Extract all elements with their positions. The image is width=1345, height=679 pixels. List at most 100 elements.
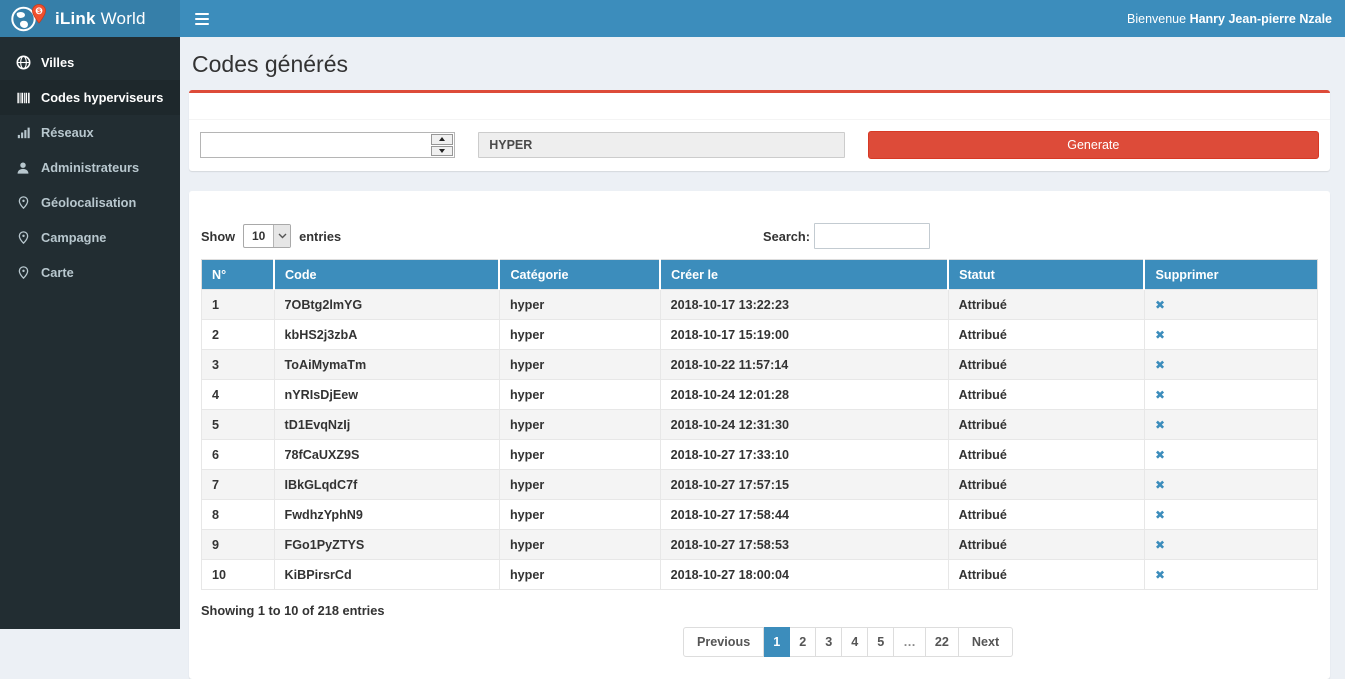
column-header-5[interactable]: Supprimer: [1144, 260, 1317, 290]
status-cell: Attribué: [948, 380, 1144, 410]
table-info: Showing 1 to 10 of 218 entries: [201, 603, 1318, 618]
sidebar-item-label: Campagne: [41, 230, 106, 245]
sidebar-item-campagne[interactable]: Campagne: [0, 220, 180, 255]
column-header-2[interactable]: Catégorie: [499, 260, 660, 290]
table-row: 9FGo1PyZTYShyper2018-10-27 17:58:53Attri…: [202, 530, 1318, 560]
barcode-icon: [15, 91, 31, 105]
quantity-input[interactable]: [201, 133, 430, 157]
status-cell: Attribué: [948, 350, 1144, 380]
column-header-3[interactable]: Créer le: [660, 260, 948, 290]
table-row: 678fCaUXZ9Shyper2018-10-27 17:33:10Attri…: [202, 440, 1318, 470]
category-cell: hyper: [499, 500, 660, 530]
user-icon: [15, 161, 31, 175]
sidebar-item-label: Carte: [41, 265, 74, 280]
pagination-page-4[interactable]: 4: [842, 627, 868, 657]
created-cell: 2018-10-27 18:00:04: [660, 560, 948, 590]
welcome-text: Bienvenue Hanry Jean-pierre Nzale: [1127, 12, 1345, 26]
code-cell: ToAiMymaTm: [274, 350, 499, 380]
pagination-previous[interactable]: Previous: [683, 627, 764, 657]
quantity-stepper[interactable]: [200, 132, 455, 158]
search-input[interactable]: [814, 223, 930, 249]
map-marker-icon: [15, 230, 31, 245]
table-row: 17OBtg2lmYGhyper2018-10-17 13:22:23Attri…: [202, 290, 1318, 320]
delete-cell: ✖: [1144, 500, 1317, 530]
delete-icon[interactable]: ✖: [1155, 328, 1165, 342]
category-cell: hyper: [499, 290, 660, 320]
delete-cell: ✖: [1144, 290, 1317, 320]
show-label: Show: [201, 229, 235, 244]
sidebar-item-administrateurs[interactable]: Administrateurs: [0, 150, 180, 185]
column-header-0[interactable]: N°: [202, 260, 275, 290]
pagination-page-22[interactable]: 22: [926, 627, 959, 657]
delete-icon[interactable]: ✖: [1155, 358, 1165, 372]
delete-icon[interactable]: ✖: [1155, 298, 1165, 312]
table-header-row: N°CodeCatégorieCréer leStatutSupprimer: [202, 260, 1318, 290]
created-cell: 2018-10-22 11:57:14: [660, 350, 948, 380]
delete-cell: ✖: [1144, 470, 1317, 500]
row-number: 5: [202, 410, 275, 440]
status-cell: Attribué: [948, 290, 1144, 320]
page-length-control: Show 10 entries: [201, 224, 341, 248]
table-row: 4nYRIsDjEewhyper2018-10-24 12:01:28Attri…: [202, 380, 1318, 410]
sidebar-item-r-seaux[interactable]: Réseaux: [0, 115, 180, 150]
delete-icon[interactable]: ✖: [1155, 478, 1165, 492]
status-cell: Attribué: [948, 470, 1144, 500]
delete-icon[interactable]: ✖: [1155, 448, 1165, 462]
row-number: 7: [202, 470, 275, 500]
spin-up-button[interactable]: [431, 134, 453, 145]
pagination-page-5[interactable]: 5: [868, 627, 894, 657]
delete-cell: ✖: [1144, 530, 1317, 560]
logo-icon: $: [10, 3, 48, 34]
delete-icon[interactable]: ✖: [1155, 568, 1165, 582]
sidebar: Villes Codes hyperviseurs Réseaux Administr…: [0, 37, 180, 629]
pagination-page-1[interactable]: 1: [764, 627, 790, 657]
delete-icon[interactable]: ✖: [1155, 508, 1165, 522]
brand[interactable]: $ iLink World: [0, 0, 180, 37]
sidebar-item-label: Géolocalisation: [41, 195, 136, 210]
spin-down-button[interactable]: [431, 146, 453, 157]
entries-label: entries: [299, 229, 341, 244]
sidebar-item-villes[interactable]: Villes: [0, 45, 180, 80]
column-header-1[interactable]: Code: [274, 260, 499, 290]
generator-panel-header: [189, 93, 1330, 120]
sidebar-item-label: Villes: [41, 55, 74, 70]
table-row: 10KiBPirsrCdhyper2018-10-27 18:00:04Attr…: [202, 560, 1318, 590]
category-field: [478, 132, 844, 158]
sidebar-item-codes-hyperviseurs[interactable]: Codes hyperviseurs: [0, 80, 180, 115]
sidebar-item-carte[interactable]: Carte: [0, 255, 180, 290]
delete-icon[interactable]: ✖: [1155, 418, 1165, 432]
page-title: Codes générés: [192, 50, 1327, 78]
delete-cell: ✖: [1144, 380, 1317, 410]
main-content: Codes générés Generate Show 10: [180, 0, 1345, 679]
created-cell: 2018-10-17 13:22:23: [660, 290, 948, 320]
sidebar-toggle-button[interactable]: [180, 0, 224, 37]
sidebar-item-label: Réseaux: [41, 125, 94, 140]
category-cell: hyper: [499, 560, 660, 590]
pagination-next[interactable]: Next: [959, 627, 1013, 657]
row-number: 1: [202, 290, 275, 320]
created-cell: 2018-10-27 17:58:53: [660, 530, 948, 560]
sidebar-item-g-olocalisation[interactable]: Géolocalisation: [0, 185, 180, 220]
code-cell: FwdhzYphN9: [274, 500, 499, 530]
pagination-page-2[interactable]: 2: [790, 627, 816, 657]
table-row: 2kbHS2j3zbAhyper2018-10-17 15:19:00Attri…: [202, 320, 1318, 350]
row-number: 4: [202, 380, 275, 410]
page-length-select[interactable]: 10: [243, 224, 291, 248]
status-cell: Attribué: [948, 530, 1144, 560]
table-row: 7IBkGLqdC7fhyper2018-10-27 17:57:15Attri…: [202, 470, 1318, 500]
created-cell: 2018-10-27 17:33:10: [660, 440, 948, 470]
status-cell: Attribué: [948, 440, 1144, 470]
sidebar-item-label: Codes hyperviseurs: [41, 90, 163, 105]
delete-icon[interactable]: ✖: [1155, 388, 1165, 402]
delete-cell: ✖: [1144, 320, 1317, 350]
delete-cell: ✖: [1144, 410, 1317, 440]
signal-icon: [15, 126, 31, 139]
column-header-4[interactable]: Statut: [948, 260, 1144, 290]
pagination-page-3[interactable]: 3: [816, 627, 842, 657]
generate-button[interactable]: Generate: [868, 131, 1319, 159]
delete-icon[interactable]: ✖: [1155, 538, 1165, 552]
created-cell: 2018-10-24 12:31:30: [660, 410, 948, 440]
category-cell: hyper: [499, 320, 660, 350]
code-cell: 7OBtg2lmYG: [274, 290, 499, 320]
search-control: Search:: [763, 223, 930, 249]
